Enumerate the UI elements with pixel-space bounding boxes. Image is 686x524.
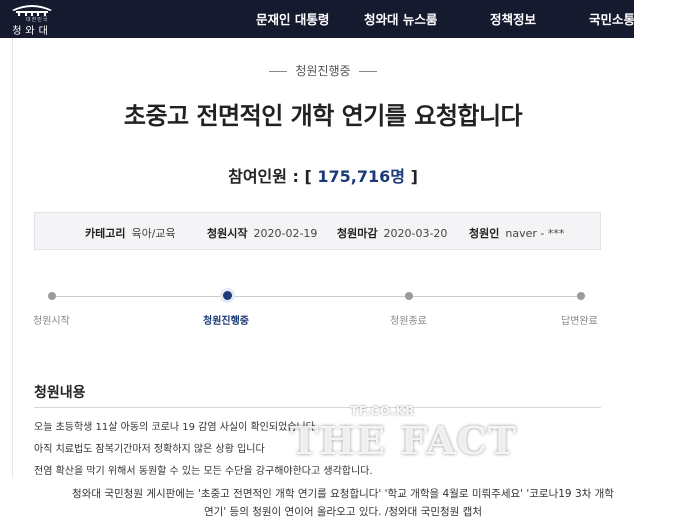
nav-president[interactable]: 문재인 대통령 [256,9,329,28]
step-dot-start [48,292,56,300]
watermark-brand: THE FACT [290,418,518,463]
cheongwadae-logo[interactable]: 대한민국 청와대 [6,2,58,37]
blue-house-roof-icon [12,5,52,16]
status-text: 청원진행중 [295,64,351,78]
nav-public-communication[interactable]: 국민소통 [589,9,634,28]
content-line-2: 아직 치료법도 잠복기간마저 정확하지 않은 상황 입니다 [34,444,265,455]
step-label-answered: 답변완료 [561,316,598,327]
nav-newsroom[interactable]: 청와대 뉴스룸 [364,9,437,28]
content-line-1: 오늘 초등학생 11살 아동의 코로나 19 감염 사실이 확인되었습니다. [34,422,319,433]
step-label-closed: 청원종료 [390,316,427,327]
info-author: 청원인 naver - *** [469,227,565,240]
participant-count: 참여인원 : [ 175,716명 ] [13,163,633,187]
step-dot-in-progress [223,291,232,300]
content-divider [34,407,601,408]
step-label-start: 청원시작 [33,316,70,327]
top-navigation-bar: 대한민국 청와대 문재인 대통령 청와대 뉴스룸 정책정보 국민소통 [0,0,634,38]
logo-text: 청와대 [12,26,52,37]
screenshot-frame: 대한민국 청와대 문재인 대통령 청와대 뉴스룸 정책정보 국민소통 청원진행중… [0,0,634,478]
progress-track [51,296,581,297]
step-dot-closed [405,292,413,300]
step-label-in-progress: 청원진행중 [203,316,249,327]
petition-status: 청원진행중 [13,62,633,79]
step-dot-answered [577,292,585,300]
nav-policy-info[interactable]: 정책정보 [490,9,536,28]
info-start-date: 청원시작 2020-02-19 [207,227,318,240]
participants-number: 175,716명 [317,167,406,186]
content-line-3: 전염 확산을 막기 위해서 동원할 수 있는 모든 수단을 강구해야한다고 생각… [34,466,373,477]
info-end-date: 청원마감 2020-03-20 [337,227,448,240]
petition-title: 초중고 전면적인 개학 연기를 요청합니다 [123,102,523,130]
caption-line-1: 청와대 국민청원 게시판에는 '초중고 전면적인 개학 연기를 요청합니다' '… [72,488,614,500]
info-category: 카테고리 육아/교육 [85,227,176,240]
caption-line-2: 연기' 등의 청원이 연이어 올라오고 있다. /청와대 국민청원 캡처 [204,506,482,518]
participants-label: 참여인원 : [ [228,167,318,186]
watermark-site: TF.CO.KR [350,404,416,418]
status-dash-left [269,71,288,72]
participants-suffix: ] [405,167,418,186]
photo-caption: 청와대 국민청원 게시판에는 '초중고 전면적인 개학 연기를 요청합니다' '… [0,485,686,521]
petition-info-box: 카테고리 육아/교육 청원시작 2020-02-19 청원마감 2020-03-20 … [34,212,601,250]
status-dash-right [358,71,377,72]
content-section-title: 청원내용 [34,385,86,401]
petition-page: 청원진행중 초중고 전면적인 개학 연기를 요청합니다 참여인원 : [ 175… [12,38,634,478]
